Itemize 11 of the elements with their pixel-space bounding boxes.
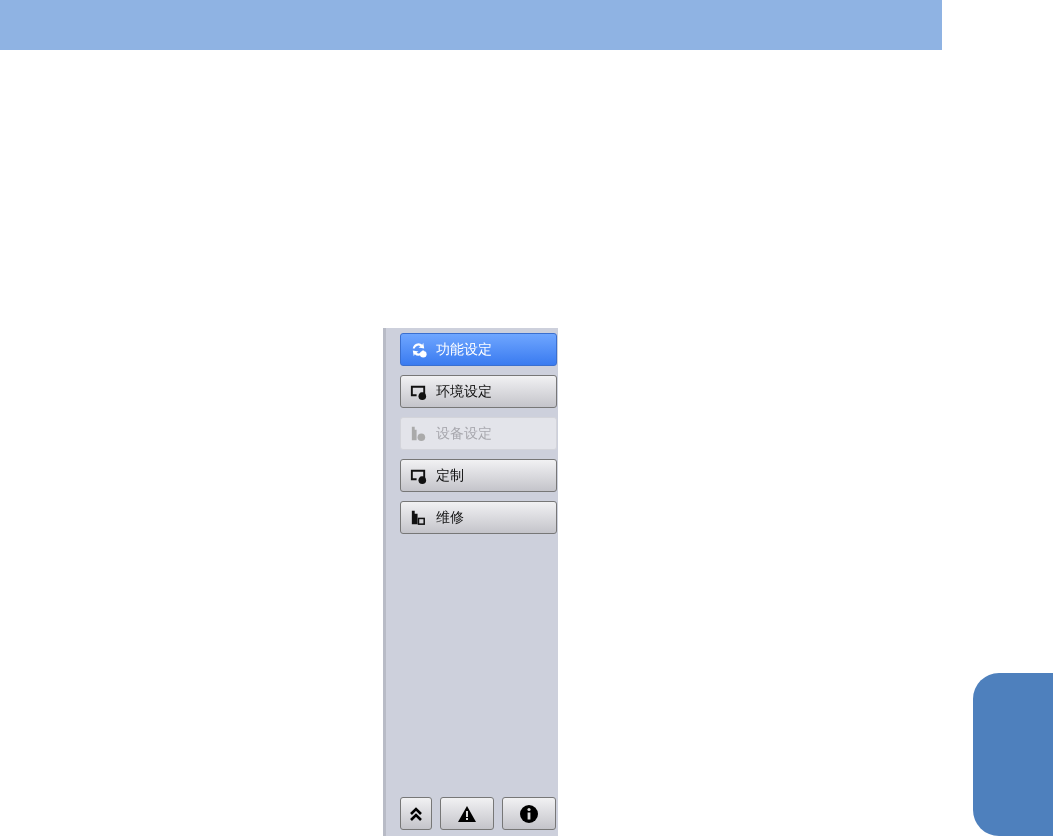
info-icon xyxy=(520,804,538,823)
double-chevron-icon xyxy=(409,805,423,822)
warning-icon xyxy=(458,805,476,822)
info-button[interactable] xyxy=(502,797,556,830)
menu-button[interactable]: 定制 xyxy=(400,459,557,492)
side-tab[interactable] xyxy=(973,673,1053,836)
menu-button[interactable]: 维修 xyxy=(400,501,557,534)
device-icon xyxy=(409,508,428,527)
menu-button[interactable]: 环境设定 xyxy=(400,375,557,408)
collapse-button[interactable] xyxy=(400,797,432,830)
warning-button[interactable] xyxy=(440,797,494,830)
